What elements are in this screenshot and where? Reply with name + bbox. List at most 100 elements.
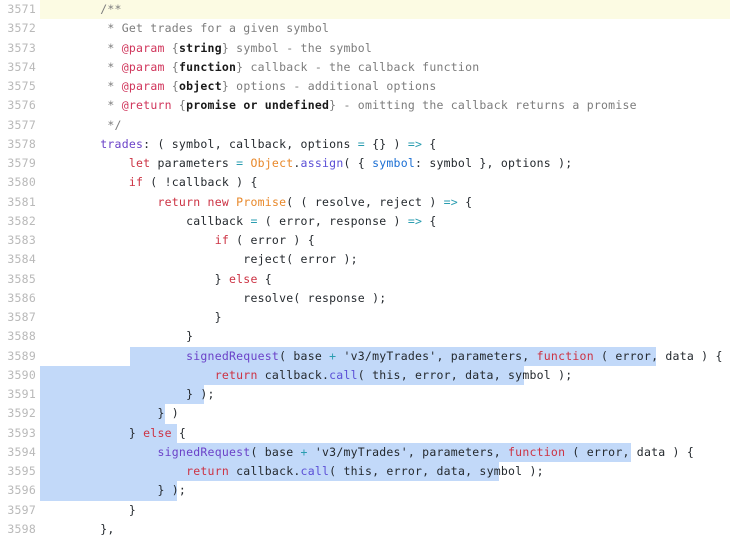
code-line[interactable]: 3592 } ) xyxy=(0,404,730,424)
code-line-content[interactable]: */ xyxy=(40,116,730,135)
code-line-content[interactable]: * @param {string} symbol - the symbol xyxy=(40,39,730,58)
code-lines-container[interactable]: 3571 /** 3572 * Get trades for a given sy… xyxy=(0,0,730,539)
code-line-content[interactable]: * Get trades for a given symbol xyxy=(40,19,730,38)
code-line-content[interactable]: signedRequest( base + 'v3/myTrades', par… xyxy=(40,442,730,462)
code-line-content[interactable]: callback = ( error, response ) => { xyxy=(40,212,730,231)
code-line-content[interactable]: /** xyxy=(40,0,730,19)
code-token: call xyxy=(300,464,330,478)
code-token: { xyxy=(422,213,437,228)
code-line[interactable]: 3593 } else { xyxy=(0,423,730,443)
code-line-content[interactable]: resolve( response ); xyxy=(40,289,730,308)
code-line-content[interactable]: } ) xyxy=(40,404,730,424)
line-number: 3597 xyxy=(7,502,36,517)
line-number: 3594 xyxy=(7,444,36,459)
code-line-content[interactable]: return callback.call( this, error, data,… xyxy=(40,365,730,385)
code-token: ( xyxy=(357,367,373,382)
code-text: callback = ( error, response ) => { xyxy=(43,214,436,228)
code-line-content[interactable]: } xyxy=(40,308,730,327)
code-line-content[interactable]: return new Promise( ( resolve, reject ) … xyxy=(40,193,730,212)
code-line-content[interactable]: } ); xyxy=(40,385,730,405)
line-number: 3579 xyxy=(7,156,36,170)
line-number: 3593 xyxy=(7,425,36,440)
code-line-content[interactable]: signedRequest( base + 'v3/myTrades', par… xyxy=(40,346,730,366)
code-token: { xyxy=(422,136,437,151)
code-token: = xyxy=(357,136,365,151)
code-line-content[interactable]: reject( error ); xyxy=(40,250,730,269)
code-line-content[interactable]: return callback.call( this, error, data,… xyxy=(40,462,730,482)
code-token: ( error ) { xyxy=(229,233,315,247)
code-line[interactable]: 3576 * @return {promise or undefined} - … xyxy=(0,96,730,115)
line-number: 3578 xyxy=(7,136,36,151)
code-line[interactable]: 3581 return new Promise( ( resolve, reje… xyxy=(0,193,730,212)
code-line-content[interactable]: } ); xyxy=(40,481,730,501)
code-line-content[interactable]: } xyxy=(40,327,730,346)
code-line-content[interactable]: * @param {object} options - additional o… xyxy=(40,77,730,96)
code-line-content[interactable]: }, xyxy=(40,520,730,539)
code-line[interactable]: 3595 return callback.call( this, error, … xyxy=(0,462,730,482)
code-token: {} ) xyxy=(364,136,408,151)
code-line[interactable]: 3574 * @param {function} callback - the … xyxy=(0,58,730,77)
line-number: 3582 xyxy=(7,213,36,228)
code-token: trades xyxy=(100,136,144,151)
code-line-content[interactable]: } else { xyxy=(40,423,730,443)
code-line[interactable]: 3587 } xyxy=(0,308,730,327)
code-line[interactable]: 3580 if ( !callback ) { xyxy=(0,173,730,192)
code-line[interactable]: 3572 * Get trades for a given symbol xyxy=(0,19,730,38)
code-line[interactable]: 3582 callback = ( error, response ) => { xyxy=(0,212,730,231)
code-line[interactable]: 3589 signedRequest( base + 'v3/myTrades'… xyxy=(0,346,730,366)
code-token: * xyxy=(107,59,122,74)
code-line[interactable]: 3588 } xyxy=(0,327,730,346)
code-token: promise or undefined xyxy=(186,98,330,113)
code-line[interactable]: 3583 if ( error ) { xyxy=(0,231,730,250)
code-token: ( { xyxy=(343,156,373,170)
line-number: 3575 xyxy=(7,79,36,93)
code-line-content[interactable]: } else { xyxy=(40,270,730,289)
code-text: if ( !callback ) { xyxy=(43,175,258,189)
code-line[interactable]: 3577 */ xyxy=(0,116,730,135)
code-line[interactable]: 3594 signedRequest( base + 'v3/myTrades'… xyxy=(0,442,730,462)
code-line[interactable]: 3573 * @param {string} symbol - the symb… xyxy=(0,39,730,58)
line-number: 3598 xyxy=(7,521,36,536)
code-line[interactable]: 3591 } ); xyxy=(0,385,730,405)
code-line[interactable]: 3579 let parameters = Object.assign( { s… xyxy=(0,154,730,173)
code-line-content[interactable]: if ( error ) { xyxy=(40,231,730,250)
code-line-content[interactable]: let parameters = Object.assign( { symbol… xyxy=(40,154,730,173)
code-token: 'v3/myTrades' xyxy=(314,444,408,459)
code-line-content[interactable]: trades: ( symbol, callback, options = {}… xyxy=(40,135,730,154)
code-token: * xyxy=(107,40,122,55)
code-editor[interactable]: 3571 /** 3572 * Get trades for a given sy… xyxy=(0,0,730,555)
code-line[interactable]: 3578 trades: ( symbol, callback, options… xyxy=(0,135,730,154)
code-line[interactable]: 3597 } xyxy=(0,501,730,520)
code-line-content[interactable]: if ( !callback ) { xyxy=(40,173,730,192)
code-text: /** xyxy=(43,2,122,16)
code-line[interactable]: 3596 } ); xyxy=(0,481,730,501)
code-token: { xyxy=(164,79,179,93)
code-line[interactable]: 3571 /** xyxy=(0,0,730,20)
line-number: 3577 xyxy=(7,117,36,132)
code-token: function xyxy=(536,348,594,363)
code-token: /** xyxy=(100,2,122,16)
code-line-content[interactable]: } xyxy=(40,501,730,520)
code-token: return xyxy=(186,464,229,478)
code-line[interactable]: 3590 return callback.call( this, error, … xyxy=(0,365,730,385)
code-token: => xyxy=(407,136,423,151)
code-line[interactable]: 3585 } else { xyxy=(0,270,730,289)
code-line[interactable]: 3575 * @param {object} options - additio… xyxy=(0,77,730,96)
code-line-content[interactable]: * @return {promise or undefined} - omitt… xyxy=(40,96,730,115)
line-number: 3583 xyxy=(7,233,36,247)
code-token: * xyxy=(107,79,122,93)
code-token: ( base xyxy=(250,444,301,459)
code-line[interactable]: 3584 reject( error ); xyxy=(0,250,730,269)
code-text: } xyxy=(43,329,193,343)
code-line[interactable]: 3598 }, xyxy=(0,520,730,539)
code-line[interactable]: 3586 resolve( response ); xyxy=(0,289,730,308)
code-line-content[interactable]: * @param {function} callback - the callb… xyxy=(40,58,730,77)
